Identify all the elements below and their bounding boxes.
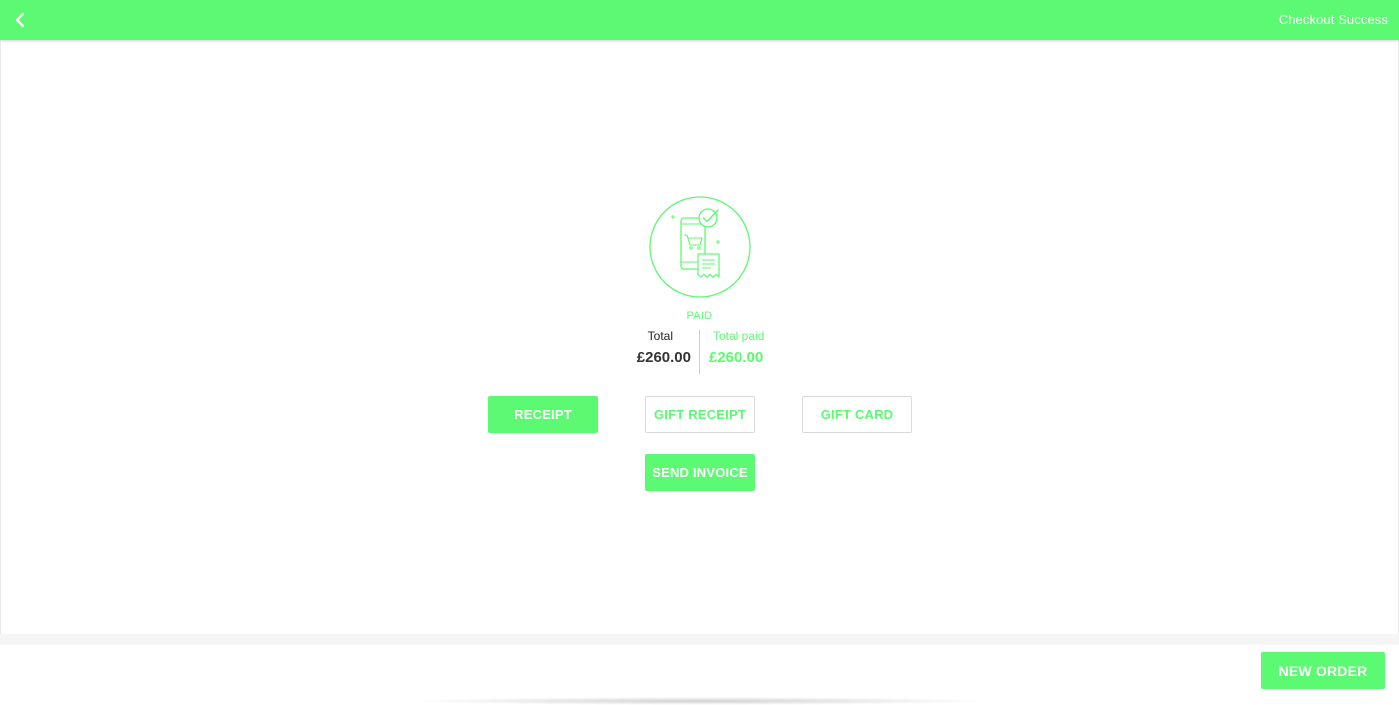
chevron-left-icon xyxy=(15,12,25,28)
total-column: Total £260.00 xyxy=(571,328,691,369)
total-label: Total xyxy=(647,329,673,343)
new-order-button[interactable]: NEW ORDER xyxy=(1261,652,1385,689)
footer-bar: NEW ORDER xyxy=(0,645,1399,705)
receipt-button[interactable]: RECEIPT xyxy=(488,396,598,433)
page-title: Checkout Success xyxy=(1278,12,1388,27)
gift-receipt-button[interactable]: GIFT RECEIPT xyxy=(645,396,755,433)
footer-separator xyxy=(0,634,1399,645)
total-paid-label: Total paid xyxy=(713,329,765,343)
back-button[interactable] xyxy=(6,6,34,34)
totals-summary: Total £260.00 Total paid £260.00 xyxy=(0,328,1399,376)
totals-divider xyxy=(699,330,700,374)
gift-card-button[interactable]: GIFT CARD xyxy=(802,396,912,433)
total-amount: £260.00 xyxy=(636,349,691,366)
payment-status-label: PAID xyxy=(686,310,713,322)
total-paid-amount: £260.00 xyxy=(709,349,764,366)
phone-cart-receipt-check-icon xyxy=(648,195,752,299)
send-invoice-button[interactable]: SEND INVOICE xyxy=(645,454,755,491)
top-app-bar: Checkout Success xyxy=(0,0,1399,40)
total-paid-column: Total paid £260.00 xyxy=(709,328,829,369)
